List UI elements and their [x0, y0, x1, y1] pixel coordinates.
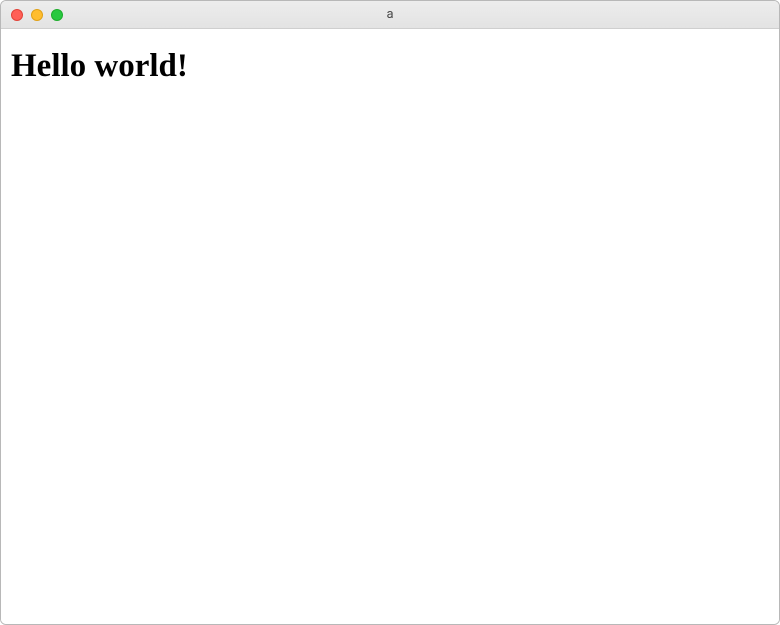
- close-button[interactable]: [11, 9, 23, 21]
- window-title: a: [1, 7, 779, 22]
- titlebar[interactable]: a: [1, 1, 779, 29]
- app-window: a Hello world!: [0, 0, 780, 625]
- content-area: Hello world!: [1, 29, 779, 624]
- traffic-lights: [1, 1, 63, 28]
- page-heading: Hello world!: [11, 47, 769, 87]
- zoom-button[interactable]: [51, 9, 63, 21]
- minimize-button[interactable]: [31, 9, 43, 21]
